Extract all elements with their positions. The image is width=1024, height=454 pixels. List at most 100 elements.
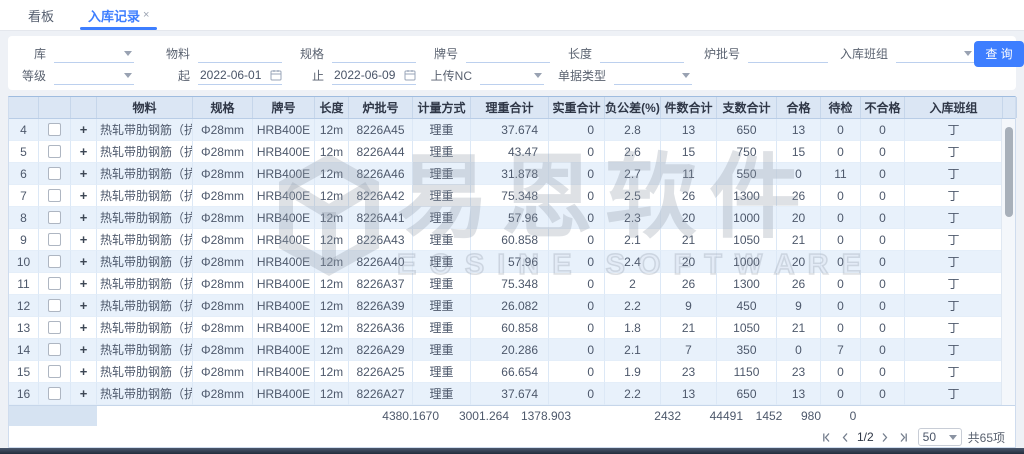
cell-grade: HRB400E: [253, 207, 315, 229]
expand-row-icon[interactable]: +: [80, 298, 88, 313]
cell-tolerance: 2.2: [605, 383, 661, 405]
summary-pending-total: 980: [791, 406, 831, 426]
cell-spec: Φ28mm: [193, 207, 253, 229]
spec-input[interactable]: [332, 44, 416, 63]
tab-close-icon[interactable]: ×: [143, 9, 149, 21]
cell-unqualified: 0: [861, 295, 905, 317]
date-to-input[interactable]: 2022-06-09: [332, 66, 416, 85]
page-size-select[interactable]: 50: [918, 428, 962, 446]
table-row[interactable]: 4+热轧带肋钢筋（抗震）Φ28mmHRB400E12m8226A45理重37.6…: [9, 119, 1015, 141]
table-row[interactable]: 11+热轧带肋钢筋（抗震）Φ28mmHRB400E12m8226A37理重75.…: [9, 273, 1015, 295]
cell-bars: 1050: [717, 317, 777, 339]
row-checkbox[interactable]: [48, 365, 61, 378]
expand-row-icon[interactable]: +: [80, 232, 88, 247]
batch-input[interactable]: [748, 44, 828, 63]
table-row[interactable]: 12+热轧带肋钢筋（抗震）Φ28mmHRB400E12m8226A39理重26.…: [9, 295, 1015, 317]
table-row[interactable]: 9+热轧带肋钢筋（抗震）Φ28mmHRB400E12m8226A43理重60.8…: [9, 229, 1015, 251]
expand-row-icon[interactable]: +: [80, 188, 88, 203]
cell-method: 理重: [413, 207, 471, 229]
table-row[interactable]: 16+热轧带肋钢筋（抗震）Φ28mmHRB400E12m8226A27理重37.…: [9, 383, 1015, 405]
material-input[interactable]: [198, 44, 282, 63]
tab-dashboard[interactable]: 看板: [28, 0, 54, 30]
cell-pending: 0: [821, 273, 861, 295]
doc-type-select[interactable]: [614, 66, 692, 85]
expand-row-icon[interactable]: +: [80, 342, 88, 357]
row-checkbox[interactable]: [48, 255, 61, 268]
table-row[interactable]: 15+热轧带肋钢筋（抗震）Φ28mmHRB400E12m8226A25理重66.…: [9, 361, 1015, 383]
table-row[interactable]: 6+热轧带肋钢筋（抗震）Φ28mmHRB400E12m8226A46理重31.8…: [9, 163, 1015, 185]
cell-bars: 450: [717, 295, 777, 317]
row-checkbox[interactable]: [48, 343, 61, 356]
row-checkbox[interactable]: [48, 189, 61, 202]
row-checkbox[interactable]: [48, 211, 61, 224]
row-checkbox[interactable]: [48, 145, 61, 158]
row-checkbox[interactable]: [48, 167, 61, 180]
team-select[interactable]: [896, 44, 974, 63]
expand-row-icon[interactable]: +: [80, 122, 88, 137]
total-items-label: 共65项: [968, 429, 1005, 446]
table-row[interactable]: 13+热轧带肋钢筋（抗震）Φ28mmHRB400E12m8226A36理重60.…: [9, 317, 1015, 339]
cell-actual: 0: [549, 185, 605, 207]
scrollbar-thumb[interactable]: [1005, 127, 1013, 217]
filter-row-1: 库 物料 规格 牌号 长度 炉批号 入库班组 查 询 操 作: [18, 43, 1006, 64]
expand-row-icon[interactable]: +: [80, 386, 88, 401]
cell-qualified: 0: [777, 163, 821, 185]
last-page-button[interactable]: [894, 428, 912, 446]
expand-row-icon[interactable]: +: [80, 144, 88, 159]
cell-checkbox: [39, 295, 71, 317]
cell-tolerance: 2.6: [605, 141, 661, 163]
cell-index: 12: [9, 295, 39, 317]
grade-input[interactable]: [466, 44, 550, 63]
cell-tolerance: 2.2: [605, 295, 661, 317]
cell-team: 丁: [905, 251, 1003, 273]
cell-index: 16: [9, 383, 39, 405]
upload-nc-select[interactable]: [480, 66, 544, 85]
cell-actual: 0: [549, 317, 605, 339]
row-checkbox[interactable]: [48, 123, 61, 136]
expand-row-icon[interactable]: +: [80, 166, 88, 181]
table-row[interactable]: 7+热轧带肋钢筋（抗震）Φ28mmHRB400E12m8226A42理重75.3…: [9, 185, 1015, 207]
cell-pending: 0: [821, 361, 861, 383]
search-button[interactable]: 查 询: [974, 41, 1024, 67]
cell-checkbox: [39, 317, 71, 339]
length-input[interactable]: [600, 44, 684, 63]
vertical-scrollbar[interactable]: [1001, 119, 1015, 405]
row-checkbox[interactable]: [48, 233, 61, 246]
column-header-method: 计量方式: [413, 97, 471, 118]
cell-grade: HRB400E: [253, 361, 315, 383]
row-checkbox[interactable]: [48, 387, 61, 400]
row-checkbox[interactable]: [48, 321, 61, 334]
expand-row-icon[interactable]: +: [80, 320, 88, 335]
cell-pending: 0: [821, 295, 861, 317]
table-row[interactable]: 14+热轧带肋钢筋（抗震）Φ28mmHRB400E12m8226A29理重20.…: [9, 339, 1015, 361]
expand-row-icon[interactable]: +: [80, 364, 88, 379]
cell-spec: Φ28mm: [193, 163, 253, 185]
next-page-button[interactable]: [876, 428, 894, 446]
cell-batch: 8226A29: [349, 339, 413, 361]
cell-material: 热轧带肋钢筋（抗震）: [97, 339, 193, 361]
prev-page-button[interactable]: [837, 428, 855, 446]
cell-qualified: 9: [777, 295, 821, 317]
level-select[interactable]: [54, 66, 134, 85]
row-checkbox[interactable]: [48, 299, 61, 312]
expand-row-icon[interactable]: +: [80, 254, 88, 269]
spec-label: 规格: [296, 45, 324, 62]
bottom-strip: [0, 448, 1024, 454]
table-row[interactable]: 5+热轧带肋钢筋（抗震）Φ28mmHRB400E12m8226A44理重43.4…: [9, 141, 1015, 163]
table-row[interactable]: 10+热轧带肋钢筋（抗震）Φ28mmHRB400E12m8226A40理重57.…: [9, 251, 1015, 273]
first-page-button[interactable]: [819, 428, 837, 446]
row-checkbox[interactable]: [48, 277, 61, 290]
cell-unqualified: 0: [861, 207, 905, 229]
table-row[interactable]: 8+热轧带肋钢筋（抗震）Φ28mmHRB400E12m8226A41理重57.9…: [9, 207, 1015, 229]
date-from-input[interactable]: 2022-06-01: [198, 66, 282, 85]
cell-pieces: 20: [661, 207, 717, 229]
column-header-team: 入库班组: [905, 97, 1003, 118]
expand-row-icon[interactable]: +: [80, 210, 88, 225]
cell-index: 15: [9, 361, 39, 383]
expand-row-icon[interactable]: +: [80, 276, 88, 291]
cell-actual: 0: [549, 207, 605, 229]
warehouse-select[interactable]: [54, 44, 134, 63]
tab-inbound-records[interactable]: 入库记录 ×: [88, 0, 149, 30]
cell-team: 丁: [905, 339, 1003, 361]
cell-pieces: 15: [661, 141, 717, 163]
